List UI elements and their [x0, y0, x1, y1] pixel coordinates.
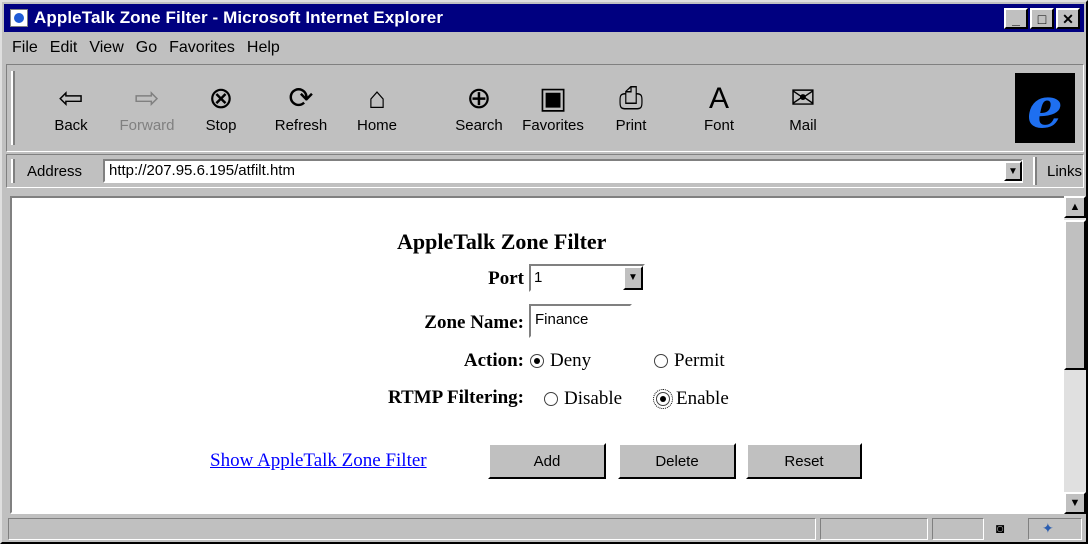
mail-icon: ✉	[790, 82, 816, 115]
port-select[interactable]: 1 ▼	[529, 264, 645, 292]
menu-help[interactable]: Help	[241, 39, 286, 57]
close-button[interactable]: ✕	[1056, 8, 1080, 29]
action-label: Action:	[463, 350, 524, 371]
print-icon: ⎙	[619, 82, 643, 115]
maximize-button[interactable]: □	[1030, 8, 1054, 29]
mail-button[interactable]: ✉ Mail	[763, 81, 843, 134]
rtmp-disable-radio[interactable]	[544, 392, 558, 406]
toolbar: ⇦ Back ⇨ Forward ⊗ Stop ⟳ Refresh ⌂ Home…	[6, 64, 1084, 152]
ie-logo[interactable]: e	[1015, 73, 1075, 143]
rtmp-enable-radio[interactable]	[653, 389, 673, 409]
zone-name-label: Zone Name:	[424, 312, 524, 333]
page-title: AppleTalk Zone Filter	[397, 229, 607, 254]
scroll-down-button[interactable]: ▼	[1064, 492, 1086, 514]
zone-name-input[interactable]: Finance	[529, 304, 632, 338]
status-zone-panel	[1028, 518, 1082, 540]
rtmp-enable-label: Enable	[676, 388, 729, 409]
menu-view[interactable]: View	[83, 39, 129, 57]
favorites-button[interactable]: ▣ Favorites	[513, 81, 593, 134]
port-label: Port	[488, 268, 524, 289]
address-dropdown-button[interactable]: ▼	[1004, 161, 1022, 181]
title-bar[interactable]: AppleTalk Zone Filter - Microsoft Intern…	[4, 4, 1084, 32]
status-progress-panel	[820, 518, 928, 540]
refresh-button[interactable]: ⟳ Refresh	[261, 81, 341, 134]
forward-button[interactable]: ⇨ Forward	[107, 81, 187, 134]
action-deny-radio[interactable]	[530, 354, 544, 368]
menu-edit[interactable]: Edit	[44, 39, 84, 57]
show-zone-filter-link[interactable]: Show AppleTalk Zone Filter	[210, 450, 427, 472]
menu-bar: File Edit View Go Favorites Help	[6, 36, 286, 60]
refresh-icon: ⟳	[288, 82, 314, 115]
reset-button[interactable]: Reset	[746, 443, 862, 479]
search-button[interactable]: ⊕ Search	[439, 81, 519, 134]
font-icon: A	[708, 82, 729, 115]
back-button[interactable]: ⇦ Back	[31, 81, 111, 134]
port-select-value: 1	[534, 269, 543, 286]
action-permit-radio[interactable]	[654, 354, 668, 368]
scroll-thumb[interactable]	[1064, 220, 1086, 370]
stop-icon: ⊗	[208, 82, 234, 115]
menu-file[interactable]: File	[6, 39, 44, 57]
vertical-scrollbar[interactable]: ▲ ▼	[1064, 196, 1086, 514]
rtmp-disable-label: Disable	[564, 388, 623, 409]
add-button[interactable]: Add	[488, 443, 606, 479]
search-icon: ⊕	[466, 82, 492, 115]
address-grip[interactable]	[11, 159, 15, 183]
forward-arrow-icon: ⇨	[134, 82, 160, 115]
ie-page-icon	[10, 9, 28, 27]
home-icon: ⌂	[367, 82, 387, 115]
back-arrow-icon: ⇦	[58, 82, 84, 115]
print-button[interactable]: ⎙ Print	[591, 81, 671, 134]
action-deny-label: Deny	[550, 350, 592, 371]
toolbar-grip[interactable]	[11, 71, 15, 145]
stop-button[interactable]: ⊗ Stop	[181, 81, 261, 134]
status-text-panel	[8, 518, 816, 540]
security-zone-icon: ◙	[996, 520, 1005, 536]
address-label: Address	[27, 163, 83, 180]
home-button[interactable]: ⌂ Home	[337, 81, 417, 134]
action-permit-label: Permit	[674, 350, 725, 371]
internet-zone-icon: ✦	[1042, 520, 1054, 536]
delete-button[interactable]: Delete	[618, 443, 736, 479]
address-input[interactable]: http://207.95.6.195/atfilt.htm	[103, 159, 1023, 183]
scroll-up-button[interactable]: ▲	[1064, 196, 1086, 218]
browser-window: AppleTalk Zone Filter - Microsoft Intern…	[0, 0, 1088, 544]
menu-go[interactable]: Go	[130, 39, 163, 57]
status-bar: ◙ ✦	[6, 516, 1084, 542]
links-button[interactable]: Links	[1047, 163, 1082, 180]
menu-favorites[interactable]: Favorites	[163, 39, 241, 57]
favorites-icon: ▣	[538, 82, 568, 115]
links-grip[interactable]	[1033, 157, 1037, 185]
address-bar: Address http://207.95.6.195/atfilt.htm ▼…	[6, 154, 1084, 188]
port-dropdown-button[interactable]: ▼	[623, 266, 643, 290]
rtmp-filtering-label: RTMP Filtering:	[388, 387, 524, 408]
minimize-button[interactable]: _	[1004, 8, 1028, 29]
window-title: AppleTalk Zone Filter - Microsoft Intern…	[34, 8, 444, 27]
font-button[interactable]: A Font	[679, 81, 759, 134]
status-offline-panel	[932, 518, 984, 540]
